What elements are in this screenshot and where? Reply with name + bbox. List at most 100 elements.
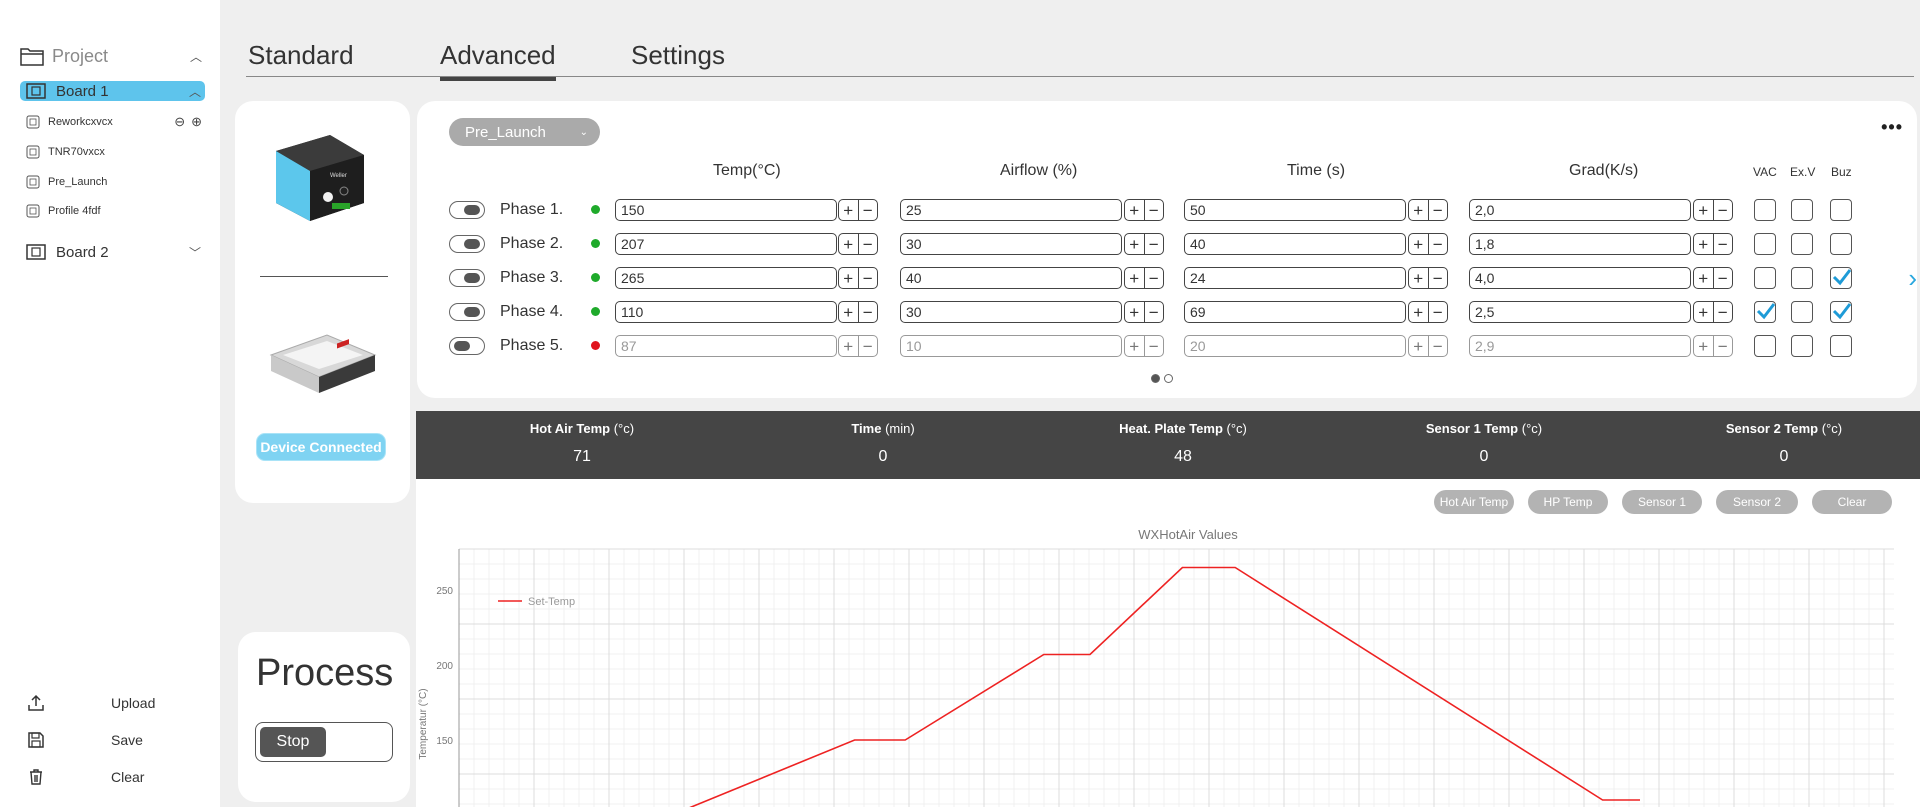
profile-select[interactable]: Pre_Launch ⌄ (449, 118, 600, 146)
time-stepper[interactable]: + − (1408, 267, 1448, 289)
buz-checkbox[interactable] (1830, 301, 1852, 323)
tab-settings[interactable]: Settings (631, 40, 725, 71)
buz-checkbox[interactable] (1830, 335, 1852, 357)
temp-stepper[interactable]: + − (838, 267, 878, 289)
airflow-input[interactable]: 30 (900, 233, 1122, 255)
minus-icon[interactable]: − (859, 336, 878, 356)
grad-stepper[interactable]: + − (1693, 233, 1733, 255)
sidebar-item-profile[interactable]: Reworkcxvcx ⊖ ⊕ (26, 113, 202, 131)
buz-checkbox[interactable] (1830, 199, 1852, 221)
minus-icon[interactable]: − (1145, 200, 1164, 220)
temp-stepper[interactable]: + − (838, 199, 878, 221)
phase-toggle[interactable] (449, 201, 485, 219)
time-stepper[interactable]: + − (1408, 233, 1448, 255)
minus-icon[interactable]: − (1714, 234, 1733, 254)
temp-input[interactable]: 207 (615, 233, 837, 255)
airflow-input[interactable]: 25 (900, 199, 1122, 221)
plus-icon[interactable]: + (1125, 268, 1145, 288)
phase-toggle[interactable] (449, 235, 485, 253)
grad-input[interactable]: 2,0 (1469, 199, 1691, 221)
minus-icon[interactable]: − (1145, 268, 1164, 288)
save-button[interactable]: Save (26, 729, 196, 751)
minus-icon[interactable]: − (1429, 268, 1448, 288)
plus-icon[interactable]: + (1125, 234, 1145, 254)
plus-icon[interactable]: + (1694, 336, 1714, 356)
minus-icon[interactable]: − (1429, 336, 1448, 356)
page-dot[interactable] (1164, 374, 1173, 383)
minus-icon[interactable]: − (1145, 234, 1164, 254)
minus-icon[interactable]: − (1145, 302, 1164, 322)
minus-circle-icon[interactable]: ⊖ (174, 114, 185, 130)
minus-icon[interactable]: − (859, 234, 878, 254)
chevron-up-icon[interactable]: ︿ (189, 83, 201, 100)
time-stepper[interactable]: + − (1408, 301, 1448, 323)
plus-icon[interactable]: + (839, 268, 859, 288)
temp-stepper[interactable]: + − (838, 335, 878, 357)
buz-checkbox[interactable] (1830, 267, 1852, 289)
minus-icon[interactable]: − (1429, 234, 1448, 254)
grad-input[interactable]: 4,0 (1469, 267, 1691, 289)
more-menu-icon[interactable]: ••• (1881, 117, 1903, 138)
tab-advanced[interactable]: Advanced (440, 40, 556, 81)
plus-icon[interactable]: + (1409, 302, 1429, 322)
vac-checkbox[interactable] (1754, 233, 1776, 255)
minus-icon[interactable]: − (1429, 200, 1448, 220)
airflow-stepper[interactable]: + − (1124, 301, 1164, 323)
exv-checkbox[interactable] (1791, 233, 1813, 255)
time-input[interactable]: 69 (1184, 301, 1406, 323)
exv-checkbox[interactable] (1791, 267, 1813, 289)
temp-input[interactable]: 87 (615, 335, 837, 357)
time-input[interactable]: 20 (1184, 335, 1406, 357)
grad-stepper[interactable]: + − (1693, 267, 1733, 289)
minus-icon[interactable]: − (1145, 336, 1164, 356)
time-input[interactable]: 24 (1184, 267, 1406, 289)
phase-toggle[interactable] (449, 337, 485, 355)
clear-button[interactable]: Clear (26, 766, 196, 788)
chevron-down-icon[interactable]: ﹀ (189, 244, 201, 261)
time-input[interactable]: 50 (1184, 199, 1406, 221)
plus-icon[interactable]: + (1409, 268, 1429, 288)
plus-circle-icon[interactable]: ⊕ (191, 114, 202, 130)
temp-input[interactable]: 265 (615, 267, 837, 289)
plus-icon[interactable]: + (839, 302, 859, 322)
airflow-input[interactable]: 10 (900, 335, 1122, 357)
vac-checkbox[interactable] (1754, 267, 1776, 289)
minus-icon[interactable]: − (1429, 302, 1448, 322)
vac-checkbox[interactable] (1754, 335, 1776, 357)
plus-icon[interactable]: + (1125, 302, 1145, 322)
grad-stepper[interactable]: + − (1693, 301, 1733, 323)
sidebar-item-board-1[interactable]: Board 1 ︿ (20, 81, 205, 101)
plus-icon[interactable]: + (1125, 200, 1145, 220)
plus-icon[interactable]: + (1409, 336, 1429, 356)
exv-checkbox[interactable] (1791, 301, 1813, 323)
stop-button[interactable]: Stop (260, 727, 326, 757)
sidebar-item-profile[interactable]: Pre_Launch (26, 173, 202, 191)
time-stepper[interactable]: + − (1408, 199, 1448, 221)
plus-icon[interactable]: + (839, 234, 859, 254)
grad-input[interactable]: 2,9 (1469, 335, 1691, 357)
minus-icon[interactable]: − (1714, 200, 1733, 220)
temp-stepper[interactable]: + − (838, 301, 878, 323)
plus-icon[interactable]: + (839, 336, 859, 356)
page-dot-active[interactable] (1151, 374, 1160, 383)
plus-icon[interactable]: + (1125, 336, 1145, 356)
sidebar-item-profile[interactable]: Profile 4fdf (26, 202, 202, 220)
plus-icon[interactable]: + (1694, 302, 1714, 322)
phase-toggle[interactable] (449, 303, 485, 321)
minus-icon[interactable]: − (1714, 268, 1733, 288)
vac-checkbox[interactable] (1754, 199, 1776, 221)
temp-input[interactable]: 150 (615, 199, 837, 221)
time-stepper[interactable]: + − (1408, 335, 1448, 357)
upload-button[interactable]: Upload (26, 692, 196, 714)
grad-stepper[interactable]: + − (1693, 335, 1733, 357)
minus-icon[interactable]: − (1714, 302, 1733, 322)
minus-icon[interactable]: − (859, 268, 878, 288)
plus-icon[interactable]: + (1694, 234, 1714, 254)
chevron-right-icon[interactable]: › (1908, 263, 1917, 294)
vac-checkbox[interactable] (1754, 301, 1776, 323)
minus-icon[interactable]: − (859, 200, 878, 220)
buz-checkbox[interactable] (1830, 233, 1852, 255)
plus-icon[interactable]: + (1694, 200, 1714, 220)
airflow-stepper[interactable]: + − (1124, 335, 1164, 357)
chevron-up-icon[interactable]: ︿ (190, 48, 202, 65)
